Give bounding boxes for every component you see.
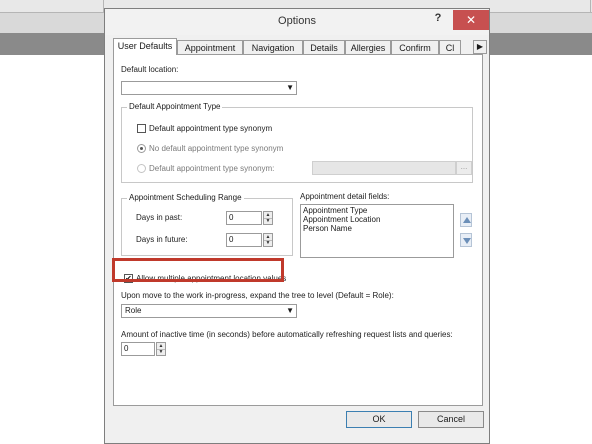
tab-confirm[interactable]: Confirm	[391, 40, 439, 54]
detail-fields-list[interactable]: Appointment Type Appointment Location Pe…	[300, 204, 454, 258]
tab-scroll-right-icon[interactable]: ▶	[473, 40, 487, 54]
tab-navigation[interactable]: Navigation	[243, 40, 303, 54]
tab-user-defaults[interactable]: User Defaults	[113, 38, 177, 55]
days-past-label: Days in past:	[136, 213, 183, 222]
days-past-spinner[interactable]: ▲ ▼	[263, 211, 273, 225]
synonym-browse-button[interactable]: ...	[456, 161, 472, 175]
inactive-time-label: Amount of inactive time (in seconds) bef…	[121, 330, 453, 339]
list-item[interactable]: Appointment Location	[303, 215, 380, 224]
detail-fields-label: Appointment detail fields:	[300, 192, 390, 201]
chevron-down-icon: ▼	[286, 83, 294, 92]
spin-down-icon[interactable]: ▼	[157, 349, 165, 355]
synonym-checkbox[interactable]	[137, 124, 146, 133]
user-defaults-panel: Default location: ▼ Default Appointment …	[113, 54, 483, 406]
synonym-checkbox-label: Default appointment type synonym	[149, 124, 273, 133]
tab-allergies[interactable]: Allergies	[345, 40, 391, 54]
highlight-box	[112, 258, 284, 282]
help-button[interactable]: ?	[431, 12, 445, 26]
dialog-titlebar: Options ? ✕	[105, 9, 489, 35]
synonym-input[interactable]	[312, 161, 456, 175]
list-item[interactable]: Appointment Type	[303, 206, 367, 215]
options-dialog: Options ? ✕ User Defaults Appointment Na…	[104, 8, 490, 444]
ok-button[interactable]: OK	[346, 411, 412, 428]
default-synonym-radio-label: Default appointment type synonym:	[149, 164, 275, 173]
list-item[interactable]: Person Name	[303, 224, 352, 233]
spin-down-icon[interactable]: ▼	[264, 240, 272, 246]
move-up-icon[interactable]	[460, 213, 472, 227]
expand-tree-select[interactable]: Role ▼	[121, 304, 297, 318]
chevron-down-icon: ▼	[286, 306, 294, 315]
tab-appointment[interactable]: Appointment	[177, 40, 243, 54]
expand-tree-label: Upon move to the work in-progress, expan…	[121, 291, 394, 300]
default-location-select[interactable]: ▼	[121, 81, 297, 95]
default-location-label: Default location:	[121, 65, 179, 74]
close-button[interactable]: ✕	[453, 10, 489, 30]
default-synonym-radio[interactable]	[137, 164, 146, 173]
tab-strip: User Defaults Appointment Navigation Det…	[113, 38, 487, 55]
days-past-input[interactable]: 0	[226, 211, 262, 225]
no-default-synonym-radio[interactable]	[137, 144, 146, 153]
inactive-time-spinner[interactable]: ▲ ▼	[156, 342, 166, 356]
cancel-button[interactable]: Cancel	[418, 411, 484, 428]
scheduling-range-title: Appointment Scheduling Range	[127, 193, 244, 202]
tab-clipped[interactable]: Cl	[439, 40, 461, 54]
scheduling-range-group: Appointment Scheduling Range Days in pas…	[121, 193, 293, 256]
inactive-time-input[interactable]: 0	[121, 342, 155, 356]
spin-down-icon[interactable]: ▼	[264, 218, 272, 224]
no-default-synonym-label: No default appointment type synonym	[149, 144, 284, 153]
tab-details[interactable]: Details	[303, 40, 345, 54]
days-future-input[interactable]: 0	[226, 233, 262, 247]
days-future-label: Days in future:	[136, 235, 188, 244]
default-appointment-type-group: Default Appointment Type Default appoint…	[121, 102, 473, 183]
move-down-icon[interactable]	[460, 233, 472, 247]
days-future-spinner[interactable]: ▲ ▼	[263, 233, 273, 247]
expand-tree-value: Role	[125, 306, 142, 315]
default-appointment-type-title: Default Appointment Type	[127, 102, 223, 111]
